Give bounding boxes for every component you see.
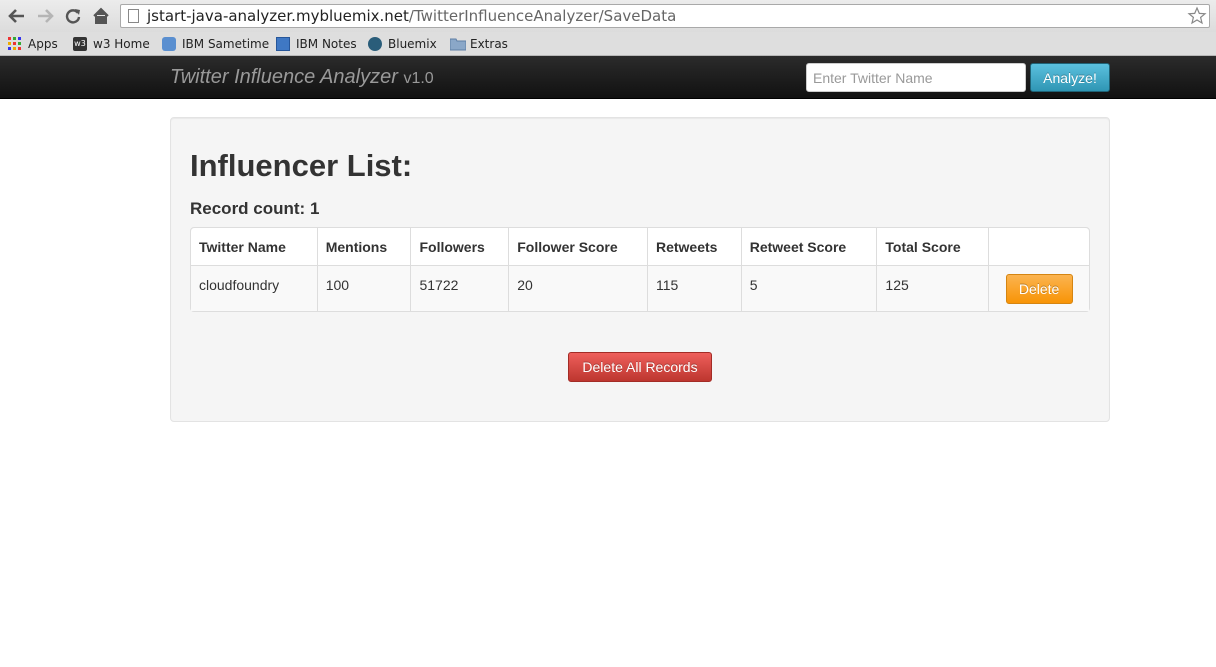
table-header-row: Twitter Name Mentions Followers Follower… (191, 228, 1089, 265)
home-button[interactable] (90, 5, 112, 27)
cell-retweet-score: 5 (740, 265, 877, 311)
cell-follower-score: 20 (508, 265, 647, 311)
address-bar[interactable]: jstart-java-analyzer.mybluemix.net/Twitt… (120, 4, 1210, 28)
twitter-name-input[interactable] (806, 63, 1026, 92)
app-brand[interactable]: Twitter Influence Analyzer v1.0 (170, 66, 434, 89)
analyze-button[interactable]: Analyze! (1030, 63, 1110, 92)
cell-mentions: 100 (316, 265, 411, 311)
bookmark-label: IBM Notes (296, 37, 357, 51)
url-path: /TwitterInfluenceAnalyzer/SaveData (408, 7, 677, 25)
bookmark-label: Apps (28, 37, 58, 51)
bookmark-ibm-sametime[interactable]: IBM Sametime (162, 36, 269, 52)
cell-retweets: 115 (646, 265, 741, 311)
folder-icon (449, 37, 467, 51)
home-icon (93, 7, 109, 24)
column-header: Followers (410, 228, 509, 265)
browser-toolbar: jstart-java-analyzer.mybluemix.net/Twitt… (0, 0, 1216, 32)
column-header: Follower Score (508, 228, 647, 265)
bookmark-label: Bluemix (388, 37, 437, 51)
cell-actions: Delete (988, 265, 1089, 311)
back-arrow-icon (8, 9, 24, 23)
column-header: Mentions (316, 228, 411, 265)
apps-grid-icon (8, 37, 22, 51)
sametime-icon (162, 37, 176, 51)
table-row: cloudfoundry 100 51722 20 115 5 125 Dele… (191, 265, 1089, 311)
cell-total-score: 125 (876, 265, 989, 311)
bluemix-icon (368, 37, 382, 51)
delete-button[interactable]: Delete (1005, 274, 1073, 304)
reload-icon (65, 9, 81, 24)
url-host: jstart-java-analyzer.mybluemix.net (147, 7, 409, 25)
cell-twitter-name: cloudfoundry (191, 265, 317, 311)
delete-all-records-button[interactable]: Delete All Records (568, 352, 712, 382)
brand-version: v1.0 (403, 70, 434, 87)
bookmark-label: w3 Home (93, 37, 150, 51)
cell-followers: 51722 (410, 265, 509, 311)
notes-icon (276, 37, 290, 51)
bookmarks-bar: Apps w3 w3 Home IBM Sametime IBM Notes B… (0, 32, 1216, 56)
w3-icon: w3 (73, 37, 87, 51)
bookmark-star-icon[interactable] (1187, 6, 1207, 26)
page-icon (128, 9, 139, 23)
reload-button[interactable] (62, 5, 84, 27)
column-header (988, 228, 1089, 265)
bookmark-ibm-notes[interactable]: IBM Notes (276, 36, 357, 52)
influencer-table: Twitter Name Mentions Followers Follower… (190, 227, 1090, 312)
bookmark-apps[interactable]: Apps (8, 36, 58, 52)
brand-title: Twitter Influence Analyzer (170, 66, 398, 88)
column-header: Twitter Name (191, 228, 317, 265)
influencer-panel: Influencer List: Record count: 1 Twitter… (170, 117, 1110, 422)
bookmark-label: IBM Sametime (182, 37, 270, 51)
bookmark-bluemix[interactable]: Bluemix (368, 36, 437, 52)
back-button[interactable] (6, 5, 28, 27)
column-header: Retweet Score (740, 228, 877, 265)
page-title: Influencer List: (190, 148, 413, 183)
column-header: Total Score (876, 228, 989, 265)
record-count: Record count: 1 (190, 199, 320, 218)
column-header: Retweets (646, 228, 741, 265)
bookmark-folder-extras[interactable]: Extras (449, 36, 508, 52)
forward-arrow-icon (38, 9, 54, 23)
forward-button[interactable] (34, 5, 56, 27)
bookmark-w3-home[interactable]: w3 w3 Home (73, 36, 150, 52)
bookmark-label: Extras (470, 37, 508, 51)
